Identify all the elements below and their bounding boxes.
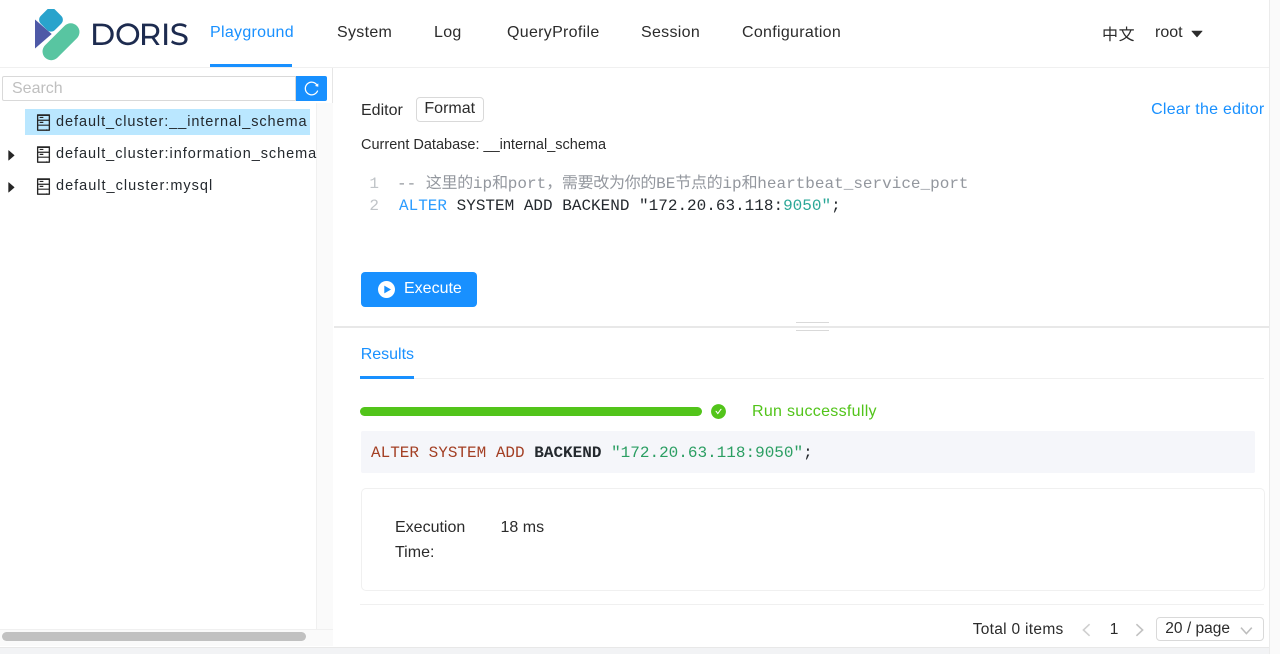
svg-text:ip: ip: [722, 175, 741, 193]
svg-text:--: --: [397, 175, 416, 193]
svg-text:ip: ip: [473, 175, 492, 193]
svg-text:BE: BE: [656, 175, 675, 193]
svg-text:port: port: [508, 175, 546, 193]
svg-text:heartbeat_service_port: heartbeat_service_port: [757, 175, 968, 193]
